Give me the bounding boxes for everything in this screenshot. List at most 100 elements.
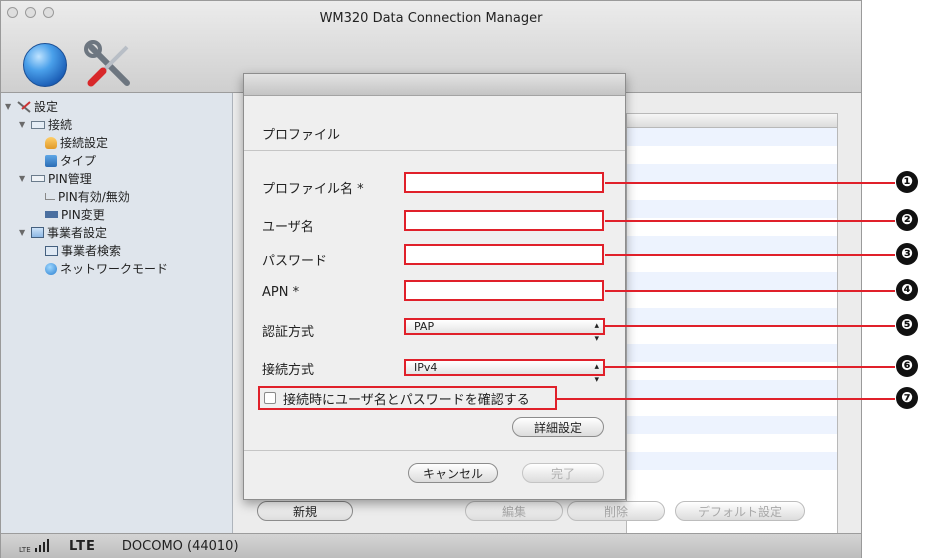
list-row[interactable] [627,254,837,272]
window-title: WM320 Data Connection Manager [319,11,543,26]
list-row[interactable] [627,182,837,200]
confirm-credentials-checkbox[interactable] [264,392,276,404]
auth-method-label: 認証方式 [262,325,315,340]
sidebar-item-connection[interactable]: ▼ 接続 [19,116,72,133]
list-row[interactable] [627,128,837,146]
callout-line [605,220,895,222]
profile-list[interactable] [626,113,838,558]
callout-number: ❼ [896,387,918,409]
profile-dialog: プロファイル プロファイル名 * ユーザ名 パスワード APN * 認証方式 P… [243,73,626,500]
delete-button[interactable]: 削除 [567,501,665,521]
list-row[interactable] [627,146,837,164]
sidebar-item-label: 接続 [48,118,73,132]
callout-line [557,398,895,400]
list-row[interactable] [627,434,837,452]
connection-method-value: IPv4 [414,361,438,374]
dialog-heading: プロファイル [262,128,341,143]
apn-input[interactable] [404,280,604,301]
sidebar: ▼ 設定 ▼ 接続 接続設定 タイプ ▼ PIN管理 PIN有効/無効 PIN変… [1,93,233,533]
password-label: パスワード [262,254,328,269]
sidebar-item-label: PIN管理 [48,172,92,186]
stepper-arrows-icon: ▴ ▾ [594,321,599,344]
profile-name-input[interactable] [404,172,604,193]
password-input[interactable] [404,244,604,265]
disclosure-triangle-icon[interactable]: ▼ [5,102,17,111]
profile-actions: 新規 編集 削除 デフォルト設定 [233,501,861,529]
callout-line [605,366,895,368]
auth-method-select[interactable]: PAP ▴ ▾ [404,318,605,344]
disclosure-triangle-icon[interactable]: ▼ [19,228,31,237]
callout-line [605,254,895,256]
callout-line [605,182,895,184]
auth-method-value: PAP [414,320,435,333]
callout-number: ❶ [896,171,918,193]
list-row[interactable] [627,362,837,380]
sidebar-item-pin-change[interactable]: PIN変更 [45,206,105,223]
apn-label: APN * [262,285,300,300]
cancel-button[interactable]: キャンセル [408,463,498,483]
dialog-titlebar [244,74,625,96]
sidebar-item-network-mode[interactable]: ネットワークモード [45,260,168,277]
stepper-arrows-icon: ▴ ▾ [594,362,599,385]
edit-button[interactable]: 編集 [465,501,563,521]
sidebar-item-type[interactable]: タイプ [45,152,96,169]
list-row[interactable] [627,272,837,290]
sidebar-item-pin-toggle[interactable]: PIN有効/無効 [45,188,130,205]
pin-toggle-icon [45,193,55,200]
callout-number: ❺ [896,314,918,336]
sidebar-item-label: PIN変更 [61,208,105,222]
list-row[interactable] [627,344,837,362]
default-settings-button[interactable]: デフォルト設定 [675,501,805,521]
divider [244,150,625,151]
search-icon [45,245,58,256]
disclosure-triangle-icon[interactable]: ▼ [19,120,31,129]
pin-icon [31,175,45,182]
sidebar-item-label: 設定 [34,100,59,114]
done-button[interactable]: 完了 [522,463,604,483]
callout-line [605,325,895,327]
username-label: ユーザ名 [262,220,314,235]
list-row[interactable] [627,326,837,344]
username-input[interactable] [404,210,604,231]
profile-list-header [627,114,837,128]
sidebar-item-settings[interactable]: ▼ 設定 [5,98,58,115]
list-row[interactable] [627,200,837,218]
callout-number: ❹ [896,279,918,301]
list-row[interactable] [627,290,837,308]
type-icon [45,154,57,167]
list-row[interactable] [627,416,837,434]
list-row[interactable] [627,470,837,488]
disclosure-triangle-icon[interactable]: ▼ [19,174,31,183]
callout-number: ❸ [896,243,918,265]
divider [244,450,625,451]
carrier-label: DOCOMO (44010) [121,538,239,554]
monitor-icon [31,227,44,238]
callout-number: ❷ [896,209,918,231]
settings-icon [17,101,31,113]
list-row[interactable] [627,236,837,254]
list-row[interactable] [627,380,837,398]
sidebar-item-label: 事業者設定 [47,226,108,240]
connection-icon [31,120,45,129]
network-icon [45,262,57,275]
sidebar-item-pin-management[interactable]: ▼ PIN管理 [19,170,92,187]
sidebar-item-label: ネットワークモード [60,262,169,276]
signal-strength-icon: LTE [19,539,59,553]
sidebar-item-connection-settings[interactable]: 接続設定 [45,134,108,151]
list-row[interactable] [627,308,837,326]
advanced-settings-button[interactable]: 詳細設定 [512,417,604,437]
sidebar-item-carrier-search[interactable]: 事業者検索 [45,242,121,259]
pin-change-icon [45,211,58,218]
network-type-label: LTE [69,538,96,554]
confirm-credentials-checkbox-row[interactable]: 接続時にユーザ名とパスワードを確認する [258,386,557,410]
connection-method-select[interactable]: IPv4 ▴ ▾ [404,359,605,385]
list-row[interactable] [627,452,837,470]
tools-icon[interactable] [83,39,135,91]
sidebar-item-carrier-settings[interactable]: ▼ 事業者設定 [19,224,107,241]
list-row[interactable] [627,398,837,416]
list-row[interactable] [627,164,837,182]
new-button[interactable]: 新規 [257,501,353,521]
sidebar-item-label: PIN有効/無効 [58,190,130,204]
sidebar-item-label: タイプ [60,154,97,168]
globe-icon[interactable] [23,43,67,87]
